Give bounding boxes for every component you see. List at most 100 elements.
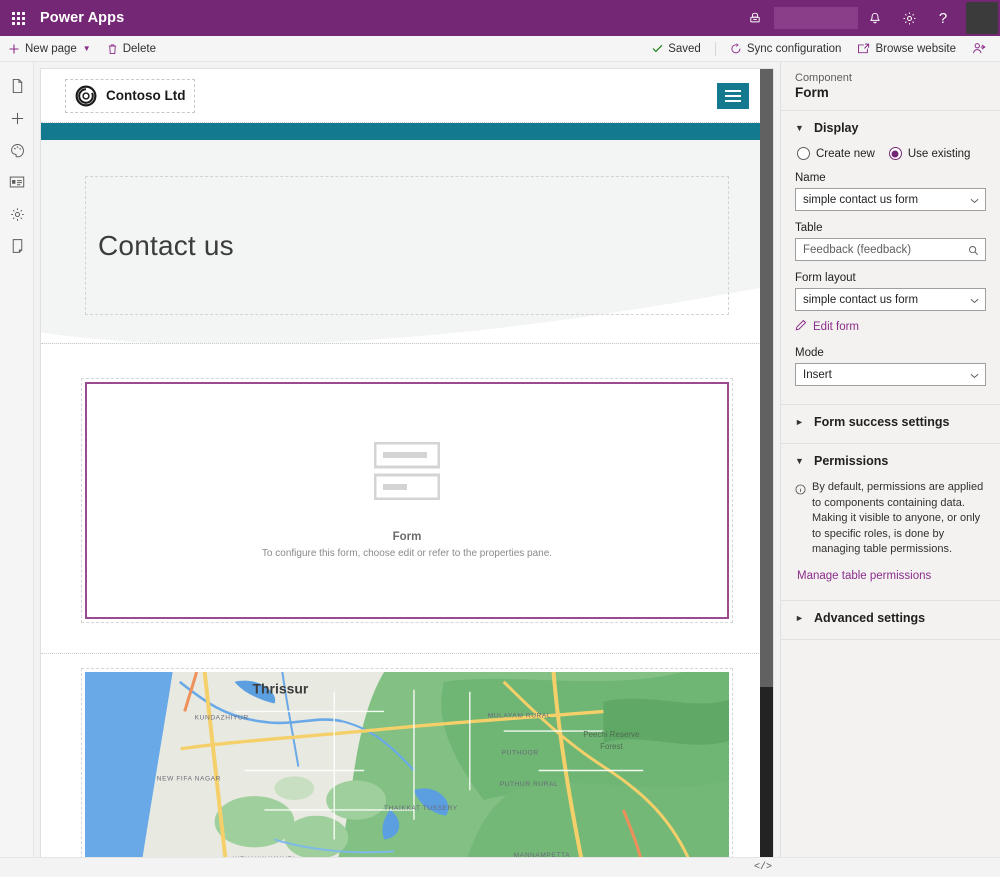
form-layout-dropdown[interactable]: simple contact us form [795, 288, 986, 311]
invite-user-icon[interactable] [964, 36, 1000, 62]
sidebar-item-preview-device[interactable] [0, 230, 34, 262]
mode-value: Insert [803, 368, 832, 381]
sidebar-item-pages[interactable] [0, 70, 34, 102]
sidebar-item-data[interactable] [0, 166, 34, 198]
chevron-down-icon [970, 289, 979, 312]
map-rendering: Thrissur KUNDAZHIYUR NEW FIFA NAGAR MULA… [85, 672, 729, 867]
properties-pane: Component Form ▼ Display Create new Use … [780, 62, 1000, 877]
radio-create-new[interactable]: Create new [797, 147, 875, 160]
saved-label: Saved [668, 42, 701, 55]
open-in-new-window-icon [857, 43, 870, 55]
environment-icon[interactable] [738, 0, 772, 36]
trash-icon [107, 43, 118, 55]
radio-use-existing[interactable]: Use existing [888, 147, 971, 160]
sidebar-item-settings[interactable] [0, 198, 34, 230]
browse-website-button[interactable]: Browse website [849, 36, 964, 62]
form-layout-value: simple contact us form [803, 293, 919, 306]
form-layout-label: Form layout [795, 272, 856, 284]
radio-create-new-label: Create new [816, 147, 875, 160]
sync-configuration-button[interactable]: Sync configuration [722, 36, 850, 62]
site-nav-strip[interactable] [41, 123, 773, 140]
help-icon[interactable]: ? [926, 0, 960, 36]
form-source-radio-group: Create new Use existing [797, 147, 986, 160]
name-value: simple contact us form [803, 193, 919, 206]
accordion-display[interactable]: ▼ Display [781, 111, 1000, 145]
chevron-right-icon: ► [795, 613, 804, 624]
form-component-selected[interactable]: Form To configure this form, choose edit… [85, 382, 729, 619]
command-bar: New page ▼ Delete Saved Sync configurati… [0, 36, 1000, 62]
status-bar: </> [0, 857, 1000, 877]
brand-name: Contoso Ltd [106, 88, 186, 103]
form-placeholder-title: Form [392, 531, 422, 543]
chevron-down-icon [970, 364, 979, 387]
permissions-info: By default, permissions are applied to c… [795, 478, 986, 558]
bell-icon[interactable] [858, 0, 892, 36]
app-launcher-icon[interactable] [0, 0, 36, 36]
sync-icon [730, 42, 742, 55]
pencil-icon [795, 318, 807, 336]
chevron-down-icon: ▼ [795, 456, 804, 466]
command-divider [714, 41, 716, 56]
radio-indicator-off [797, 147, 810, 160]
permissions-body: By default, permissions are applied to c… [781, 478, 1000, 596]
page-title: Contact us [98, 229, 234, 261]
manage-table-permissions-link[interactable]: Manage table permissions [797, 570, 931, 582]
edit-form-link[interactable]: Edit form [795, 318, 986, 336]
map-component[interactable]: Thrissur KUNDAZHIYUR NEW FIFA NAGAR MULA… [85, 672, 729, 867]
svg-text:Peechi Reserve: Peechi Reserve [583, 730, 640, 739]
user-avatar[interactable] [966, 2, 998, 34]
hero-section[interactable]: Contact us [41, 140, 773, 344]
brand-block[interactable]: Contoso Ltd [65, 78, 196, 113]
accordion-form-success-label: Form success settings [814, 415, 950, 429]
delete-button[interactable]: Delete [99, 36, 164, 62]
info-icon [795, 480, 806, 558]
form-placeholder-icon [373, 441, 441, 505]
sidebar-item-styling[interactable] [0, 134, 34, 166]
component-kicker: Component [795, 72, 852, 84]
mode-dropdown[interactable]: Insert [795, 363, 986, 386]
gear-icon[interactable] [892, 0, 926, 36]
name-dropdown[interactable]: simple contact us form [795, 188, 986, 211]
new-page-label: New page [25, 42, 77, 55]
table-lookup-input[interactable]: Feedback (feedback) [795, 238, 986, 261]
accordion-display-label: Display [814, 121, 859, 135]
accordion-advanced-settings[interactable]: ► Advanced settings [781, 601, 1000, 635]
hamburger-menu-icon[interactable] [717, 82, 749, 109]
code-editor-button[interactable]: </> [746, 858, 780, 877]
chevron-right-icon: ► [795, 417, 804, 427]
sync-configuration-label: Sync configuration [746, 42, 842, 55]
form-placeholder-subtitle: To configure this form, choose edit or r… [261, 548, 553, 559]
site-header-component[interactable]: Contoso Ltd [41, 69, 773, 123]
browse-website-label: Browse website [875, 42, 956, 55]
app-title: Power Apps [40, 10, 125, 26]
svg-text:MULAYAM RURAL: MULAYAM RURAL [488, 712, 551, 719]
new-page-button[interactable]: New page ▼ [0, 36, 99, 62]
divider [781, 639, 1000, 641]
svg-text:PUTHUR RURAL: PUTHUR RURAL [500, 781, 559, 788]
website-preview-canvas[interactable]: Contoso Ltd Contact us Form To configure… [40, 68, 774, 868]
check-icon [652, 42, 663, 56]
svg-text:THAIKKAT TUSSERY: THAIKKAT TUSSERY [384, 805, 458, 812]
display-body: Create new Use existing Name simple cont… [781, 147, 1000, 400]
radio-indicator-on [888, 147, 902, 160]
svg-text:PUTHOOR: PUTHOOR [502, 750, 539, 757]
chevron-down-icon [970, 189, 979, 212]
accordion-form-success-settings[interactable]: ► Form success settings [781, 405, 1000, 439]
form-section[interactable]: Form To configure this form, choose edit… [41, 344, 773, 654]
canvas-scrollbar-thumb[interactable] [760, 687, 773, 867]
name-label: Name [795, 172, 826, 184]
map-section[interactable]: Thrissur KUNDAZHIYUR NEW FIFA NAGAR MULA… [41, 654, 773, 867]
mode-label: Mode [795, 347, 824, 359]
plus-icon [8, 43, 20, 55]
radio-use-existing-label: Use existing [907, 147, 971, 160]
contoso-logo-icon [75, 85, 97, 107]
accordion-permissions-label: Permissions [814, 454, 889, 468]
delete-label: Delete [122, 42, 156, 55]
accordion-permissions[interactable]: ▼ Permissions [781, 444, 1000, 478]
canvas-scrollbar-track[interactable] [760, 69, 773, 867]
component-name: Form [795, 85, 829, 100]
chevron-down-icon: ▼ [795, 123, 804, 133]
hero-content-block[interactable]: Contact us [85, 176, 729, 315]
properties-header: Component Form [781, 62, 1000, 111]
sidebar-item-add[interactable] [0, 102, 34, 134]
